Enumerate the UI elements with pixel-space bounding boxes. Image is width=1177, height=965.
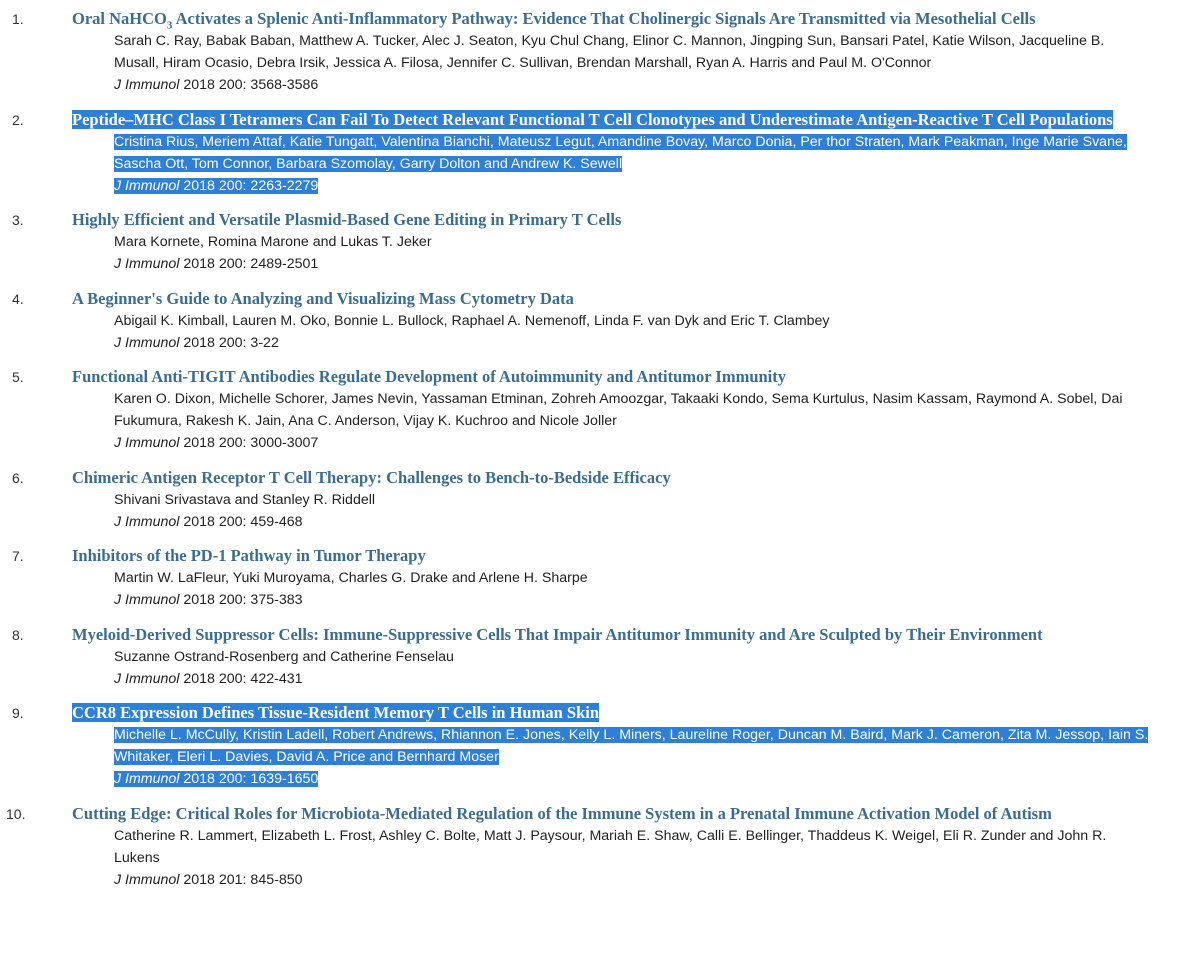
article-title-link[interactable]: Highly Efficient and Versatile Plasmid-B…	[72, 210, 621, 229]
citation-details: 2018 200: 2489-2501	[179, 256, 319, 272]
article-title-link[interactable]: Inhibitors of the PD-1 Pathway in Tumor …	[72, 546, 426, 565]
article-citation: J Immunol 2018 200: 422-431	[114, 668, 1149, 690]
article-list: 1. Oral NaHCO3 Activates a Splenic Anti-…	[0, 0, 1177, 891]
citation-details: 2018 200: 3568-3586	[179, 77, 319, 93]
title-text: Activates a Splenic Anti-Inflammatory Pa…	[172, 9, 1036, 28]
journal-name: J Immunol	[114, 771, 180, 787]
article-item: 10. Cutting Edge: Critical Roles for Mic…	[0, 803, 1177, 891]
journal-name: J Immunol	[114, 513, 180, 530]
article-item: 8. Myeloid-Derived Suppressor Cells: Imm…	[0, 624, 1177, 690]
journal-name: J Immunol	[114, 592, 180, 608]
article-item: 5. Functional Anti-TIGIT Antibodies Regu…	[0, 366, 1177, 454]
article-authors: Cristina Rius, Meriem Attaf, Katie Tunga…	[114, 133, 1127, 172]
article-item: 2. Peptide–MHC Class I Tetramers Can Fai…	[0, 109, 1177, 197]
article-number: 10.	[6, 805, 26, 822]
article-item: 9. CCR8 Expression Defines Tissue-Reside…	[0, 702, 1177, 790]
citation-details: 2018 200: 459-468	[179, 513, 303, 530]
article-number: 6.	[12, 469, 24, 486]
journal-name: J Immunol	[114, 177, 180, 194]
journal-name: J Immunol	[114, 670, 180, 687]
article-title-link[interactable]: CCR8 Expression Defines Tissue-Resident …	[72, 703, 600, 722]
article-citation: J Immunol 2018 200: 3568-3586	[114, 74, 1149, 96]
article-citation: J Immunol 2018 201: 845-850	[114, 869, 1149, 891]
article-item: 4. A Beginner's Guide to Analyzing and V…	[0, 288, 1177, 354]
citation-details: 2018 200: 375-383	[179, 592, 303, 608]
article-title-link[interactable]: Cutting Edge: Critical Roles for Microbi…	[72, 804, 1052, 823]
article-citation: J Immunol 2018 200: 375-383	[114, 589, 1149, 611]
article-authors: Karen O. Dixon, Michelle Schorer, James …	[114, 391, 1123, 429]
article-title-link[interactable]: A Beginner's Guide to Analyzing and Visu…	[72, 289, 574, 308]
article-title-link[interactable]: Functional Anti-TIGIT Antibodies Regulat…	[72, 367, 786, 386]
article-number: 4.	[12, 290, 24, 307]
article-number: 3.	[12, 212, 24, 228]
article-number: 8.	[12, 626, 24, 643]
article-authors: Abigail K. Kimball, Lauren M. Oko, Bonni…	[114, 312, 830, 329]
article-title-link[interactable]: Myeloid-Derived Suppressor Cells: Immune…	[72, 625, 1043, 644]
article-number: 5.	[12, 369, 24, 385]
article-number: 2.	[12, 111, 24, 128]
article-title-link[interactable]: Peptide–MHC Class I Tetramers Can Fail T…	[72, 109, 1113, 129]
article-citation: J Immunol 2018 200: 2263-2279	[114, 175, 1149, 197]
journal-name: J Immunol	[114, 77, 180, 93]
citation-details: 2018 200: 1639-1650	[179, 771, 319, 787]
journal-name: J Immunol	[114, 256, 180, 272]
citation-details: 2018 200: 2263-2279	[179, 177, 319, 194]
article-citation: J Immunol 2018 200: 2489-2501	[114, 253, 1149, 275]
journal-name: J Immunol	[114, 435, 180, 451]
citation-details: 2018 200: 422-431	[179, 670, 303, 687]
article-item: 7. Inhibitors of the PD-1 Pathway in Tum…	[0, 545, 1177, 611]
article-item: 6. Chimeric Antigen Receptor T Cell Ther…	[0, 467, 1177, 533]
article-item: 3. Highly Efficient and Versatile Plasmi…	[0, 209, 1177, 275]
article-number: 1.	[12, 11, 24, 27]
article-citation: J Immunol 2018 200: 1639-1650	[114, 768, 1149, 790]
article-item: 1. Oral NaHCO3 Activates a Splenic Anti-…	[0, 8, 1177, 96]
article-citation: J Immunol 2018 200: 3-22	[114, 332, 1149, 354]
article-authors: Michelle L. McCully, Kristin Ladell, Rob…	[114, 727, 1149, 765]
article-title-link[interactable]: Oral NaHCO3 Activates a Splenic Anti-Inf…	[72, 9, 1036, 31]
article-citation: J Immunol 2018 200: 459-468	[114, 511, 1149, 533]
title-text: Oral NaHCO	[72, 9, 167, 28]
article-citation: J Immunol 2018 200: 3000-3007	[114, 432, 1149, 454]
article-authors: Shivani Srivastava and Stanley R. Riddel…	[114, 491, 376, 508]
article-authors: Mara Kornete, Romina Marone and Lukas T.…	[114, 234, 432, 250]
article-number: 7.	[12, 548, 24, 564]
article-title-link[interactable]: Chimeric Antigen Receptor T Cell Therapy…	[72, 468, 671, 487]
article-authors: Catherine R. Lammert, Elizabeth L. Frost…	[114, 827, 1107, 866]
citation-details: 2018 200: 3000-3007	[179, 435, 319, 451]
citation-details: 2018 200: 3-22	[179, 334, 279, 351]
article-number: 9.	[12, 705, 24, 721]
article-authors: Suzanne Ostrand-Rosenberg and Catherine …	[114, 648, 454, 665]
citation-details: 2018 201: 845-850	[179, 871, 303, 888]
journal-name: J Immunol	[114, 871, 180, 888]
article-authors: Martin W. LaFleur, Yuki Muroyama, Charle…	[114, 570, 588, 586]
article-authors: Sarah C. Ray, Babak Baban, Matthew A. Tu…	[114, 33, 1105, 71]
journal-name: J Immunol	[114, 334, 180, 351]
